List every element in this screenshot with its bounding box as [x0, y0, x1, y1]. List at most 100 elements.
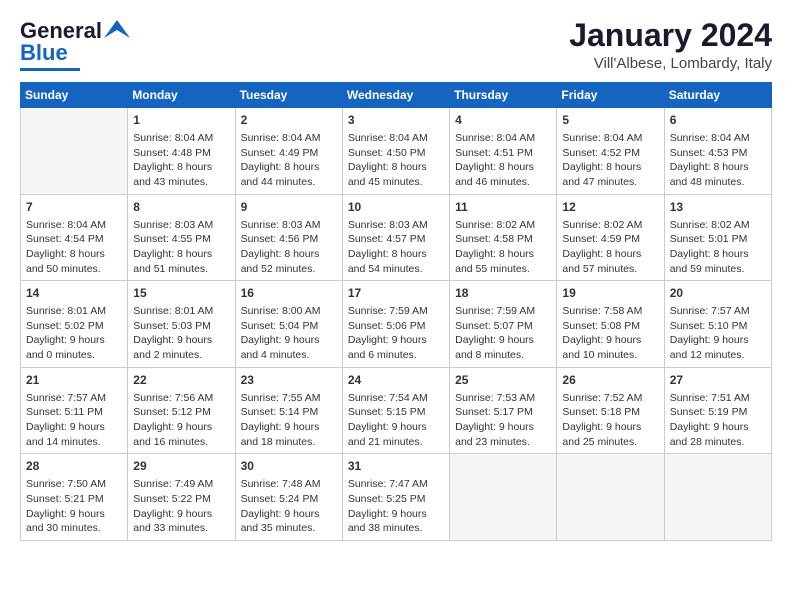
day-number: 31	[348, 458, 444, 475]
day-number: 8	[133, 199, 229, 216]
day-info: Sunrise: 8:03 AMSunset: 4:57 PMDaylight:…	[348, 218, 444, 277]
calendar-cell: 6 Sunrise: 8:04 AMSunset: 4:53 PMDaylight…	[664, 108, 771, 195]
logo-blue: Blue	[20, 40, 68, 66]
day-number: 29	[133, 458, 229, 475]
day-number: 25	[455, 372, 551, 389]
day-number: 3	[348, 112, 444, 129]
day-info: Sunrise: 7:51 AMSunset: 5:19 PMDaylight:…	[670, 391, 766, 450]
page-title: January 2024	[569, 18, 772, 53]
day-number: 5	[562, 112, 658, 129]
day-number: 7	[26, 199, 122, 216]
calendar-cell: 22Sunrise: 7:56 AMSunset: 5:12 PMDayligh…	[128, 367, 235, 454]
day-info: Sunrise: 8:01 AMSunset: 5:02 PMDaylight:…	[26, 304, 122, 363]
col-friday: Friday	[557, 83, 664, 108]
day-number: 18	[455, 285, 551, 302]
day-number: 28	[26, 458, 122, 475]
day-number: 23	[241, 372, 337, 389]
day-number: 26	[562, 372, 658, 389]
calendar-cell: 9 Sunrise: 8:03 AMSunset: 4:56 PMDaylight…	[235, 194, 342, 281]
day-number: 4	[455, 112, 551, 129]
calendar-week-row-1: 1Sunrise: 8:04 AMSunset: 4:48 PMDaylight…	[21, 108, 772, 195]
day-info: Sunrise: 8:04 AMSunset: 4:53 PMDaylight:…	[670, 131, 766, 190]
calendar-cell: 15Sunrise: 8:01 AMSunset: 5:03 PMDayligh…	[128, 281, 235, 368]
calendar-cell	[21, 108, 128, 195]
col-monday: Monday	[128, 83, 235, 108]
calendar-cell: 23 Sunrise: 7:55 AMSunset: 5:14 PMDayligh…	[235, 367, 342, 454]
calendar-cell: 25 Sunrise: 7:53 AMSunset: 5:17 PMDayligh…	[450, 367, 557, 454]
calendar-cell: 19 Sunrise: 7:58 AMSunset: 5:08 PMDayligh…	[557, 281, 664, 368]
day-info: Sunrise: 7:56 AMSunset: 5:12 PMDaylight:…	[133, 391, 229, 450]
calendar-cell: 20Sunrise: 7:57 AMSunset: 5:10 PMDayligh…	[664, 281, 771, 368]
col-wednesday: Wednesday	[342, 83, 449, 108]
logo-bird-icon	[104, 20, 130, 38]
day-number: 19	[562, 285, 658, 302]
day-number: 9	[241, 199, 337, 216]
calendar-cell: 10 Sunrise: 8:03 AMSunset: 4:57 PMDayligh…	[342, 194, 449, 281]
day-number: 6	[670, 112, 766, 129]
calendar-cell: 3 Sunrise: 8:04 AMSunset: 4:50 PMDaylight…	[342, 108, 449, 195]
day-number: 21	[26, 372, 122, 389]
day-info: Sunrise: 7:49 AMSunset: 5:22 PMDaylight:…	[133, 477, 229, 536]
page-subtitle: Vill'Albese, Lombardy, Italy	[569, 55, 772, 72]
day-info: Sunrise: 7:47 AMSunset: 5:25 PMDaylight:…	[348, 477, 444, 536]
day-info: Sunrise: 7:54 AMSunset: 5:15 PMDaylight:…	[348, 391, 444, 450]
day-info: Sunrise: 7:55 AMSunset: 5:14 PMDaylight:…	[241, 391, 337, 450]
calendar-cell: 2Sunrise: 8:04 AMSunset: 4:49 PMDaylight…	[235, 108, 342, 195]
calendar-cell	[450, 454, 557, 541]
calendar-cell: 7 Sunrise: 8:04 AMSunset: 4:54 PMDaylight…	[21, 194, 128, 281]
day-info: Sunrise: 8:04 AMSunset: 4:54 PMDaylight:…	[26, 218, 122, 277]
calendar-cell: 4 Sunrise: 8:04 AMSunset: 4:51 PMDaylight…	[450, 108, 557, 195]
calendar-cell: 31 Sunrise: 7:47 AMSunset: 5:25 PMDayligh…	[342, 454, 449, 541]
calendar-header-row: Sunday Monday Tuesday Wednesday Thursday…	[21, 83, 772, 108]
calendar-cell: 24 Sunrise: 7:54 AMSunset: 5:15 PMDayligh…	[342, 367, 449, 454]
col-tuesday: Tuesday	[235, 83, 342, 108]
title-area: January 2024 Vill'Albese, Lombardy, Ital…	[569, 18, 772, 72]
day-number: 24	[348, 372, 444, 389]
day-number: 13	[670, 199, 766, 216]
calendar-cell: 11Sunrise: 8:02 AMSunset: 4:58 PMDayligh…	[450, 194, 557, 281]
day-info: Sunrise: 8:04 AMSunset: 4:49 PMDaylight:…	[241, 131, 337, 190]
day-number: 15	[133, 285, 229, 302]
day-info: Sunrise: 8:04 AMSunset: 4:50 PMDaylight:…	[348, 131, 444, 190]
calendar-table: Sunday Monday Tuesday Wednesday Thursday…	[20, 82, 772, 541]
day-info: Sunrise: 7:59 AMSunset: 5:06 PMDaylight:…	[348, 304, 444, 363]
calendar-cell	[557, 454, 664, 541]
day-number: 1	[133, 112, 229, 129]
calendar-cell: 28 Sunrise: 7:50 AMSunset: 5:21 PMDayligh…	[21, 454, 128, 541]
day-number: 17	[348, 285, 444, 302]
day-number: 27	[670, 372, 766, 389]
day-info: Sunrise: 8:02 AMSunset: 4:59 PMDaylight:…	[562, 218, 658, 277]
day-info: Sunrise: 7:59 AMSunset: 5:07 PMDaylight:…	[455, 304, 551, 363]
day-info: Sunrise: 7:50 AMSunset: 5:21 PMDaylight:…	[26, 477, 122, 536]
calendar-cell: 1Sunrise: 8:04 AMSunset: 4:48 PMDaylight…	[128, 108, 235, 195]
col-saturday: Saturday	[664, 83, 771, 108]
calendar-week-row-3: 14 Sunrise: 8:01 AMSunset: 5:02 PMDayligh…	[21, 281, 772, 368]
logo: General Blue	[20, 18, 130, 71]
day-info: Sunrise: 8:02 AMSunset: 5:01 PMDaylight:…	[670, 218, 766, 277]
calendar-cell: 27 Sunrise: 7:51 AMSunset: 5:19 PMDayligh…	[664, 367, 771, 454]
calendar-week-row-4: 21 Sunrise: 7:57 AMSunset: 5:11 PMDayligh…	[21, 367, 772, 454]
day-number: 11	[455, 199, 551, 216]
calendar-cell: 21 Sunrise: 7:57 AMSunset: 5:11 PMDayligh…	[21, 367, 128, 454]
calendar-cell	[664, 454, 771, 541]
day-info: Sunrise: 7:57 AMSunset: 5:11 PMDaylight:…	[26, 391, 122, 450]
calendar-cell: 26Sunrise: 7:52 AMSunset: 5:18 PMDayligh…	[557, 367, 664, 454]
calendar-cell: 17 Sunrise: 7:59 AMSunset: 5:06 PMDayligh…	[342, 281, 449, 368]
page: General Blue January 2024 Vill'Albese, L…	[0, 0, 792, 551]
day-number: 10	[348, 199, 444, 216]
day-info: Sunrise: 8:03 AMSunset: 4:55 PMDaylight:…	[133, 218, 229, 277]
day-info: Sunrise: 8:03 AMSunset: 4:56 PMDaylight:…	[241, 218, 337, 277]
day-number: 12	[562, 199, 658, 216]
day-info: Sunrise: 8:04 AMSunset: 4:51 PMDaylight:…	[455, 131, 551, 190]
calendar-week-row-5: 28 Sunrise: 7:50 AMSunset: 5:21 PMDayligh…	[21, 454, 772, 541]
day-number: 20	[670, 285, 766, 302]
logo-divider	[20, 68, 80, 71]
calendar-cell: 8 Sunrise: 8:03 AMSunset: 4:55 PMDaylight…	[128, 194, 235, 281]
day-info: Sunrise: 7:53 AMSunset: 5:17 PMDaylight:…	[455, 391, 551, 450]
calendar-cell: 30Sunrise: 7:48 AMSunset: 5:24 PMDayligh…	[235, 454, 342, 541]
day-info: Sunrise: 7:58 AMSunset: 5:08 PMDaylight:…	[562, 304, 658, 363]
calendar-cell: 29 Sunrise: 7:49 AMSunset: 5:22 PMDayligh…	[128, 454, 235, 541]
col-thursday: Thursday	[450, 83, 557, 108]
day-number: 14	[26, 285, 122, 302]
day-info: Sunrise: 8:04 AMSunset: 4:52 PMDaylight:…	[562, 131, 658, 190]
